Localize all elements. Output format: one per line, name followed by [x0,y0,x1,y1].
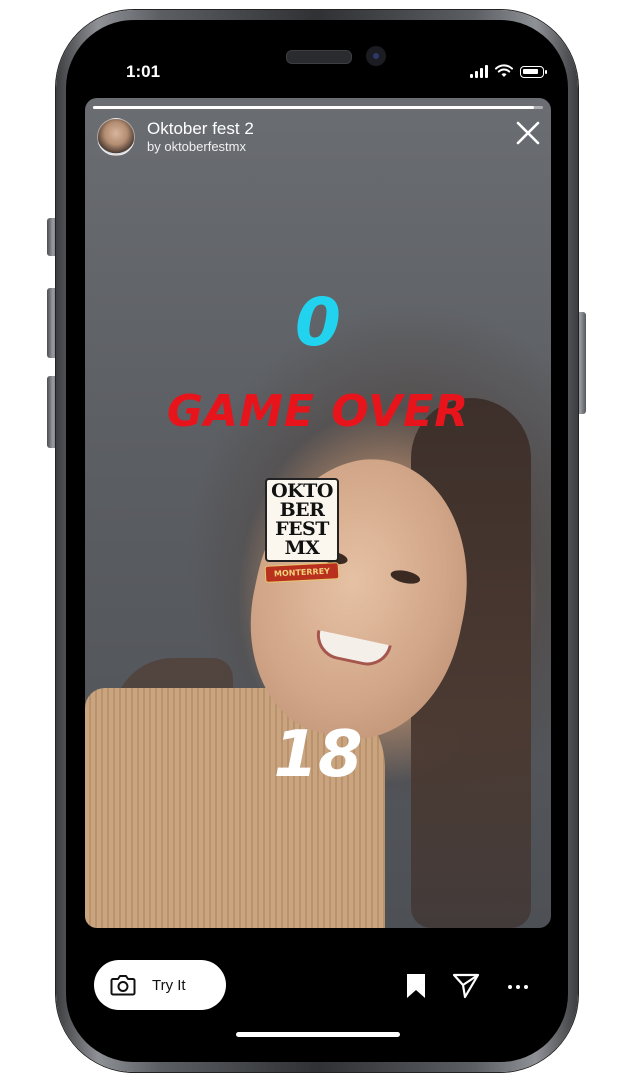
more-icon[interactable] [504,972,532,1000]
story-progress-bar [93,106,543,109]
sticker-logo: OKTO BER FEST MX [265,478,339,562]
home-indicator[interactable] [236,1032,400,1037]
story-header-text: Oktober fest 2 by oktoberfestmx [147,119,254,155]
oktoberfest-sticker: OKTO BER FEST MX MONTERREY [264,478,340,602]
score-counter-top: 0 [295,284,341,361]
earpiece-speaker [286,50,352,64]
phone-frame: 1:01 OKTO BER FEST MX MONTERREY Oktober … [56,10,578,1072]
try-it-label: Try It [152,976,186,994]
front-camera [366,46,386,66]
status-time: 1:01 [126,62,161,81]
close-icon[interactable] [513,118,543,148]
status-icons [470,64,547,78]
story-header[interactable]: Oktober fest 2 by oktoberfestmx [97,118,254,156]
sticker-banner: MONTERREY [264,562,340,583]
sticker-line: MX [284,537,320,559]
battery-icon [520,66,547,78]
effect-name[interactable]: Oktober fest 2 [147,119,254,139]
story-view[interactable]: OKTO BER FEST MX MONTERREY Oktober fest … [85,98,551,928]
notch [194,20,454,92]
avatar[interactable] [97,118,135,156]
game-over-text: GAME OVER [166,386,470,437]
bookmark-icon[interactable] [402,972,430,1000]
photo-eye-right [389,567,422,586]
phone-screen: 1:01 OKTO BER FEST MX MONTERREY Oktober … [66,20,568,1062]
story-progress-fill [93,106,534,109]
try-it-button[interactable]: Try It [94,960,226,1010]
send-icon[interactable] [452,972,480,1000]
story-bottom-bar: Try It [66,940,568,1020]
wifi-icon [495,64,513,77]
cellular-signal-icon [470,64,488,78]
camera-icon [110,975,136,996]
effect-author[interactable]: by oktoberfestmx [147,139,254,155]
photo-smile [312,629,392,671]
score-counter-bottom: 18 [273,718,363,792]
